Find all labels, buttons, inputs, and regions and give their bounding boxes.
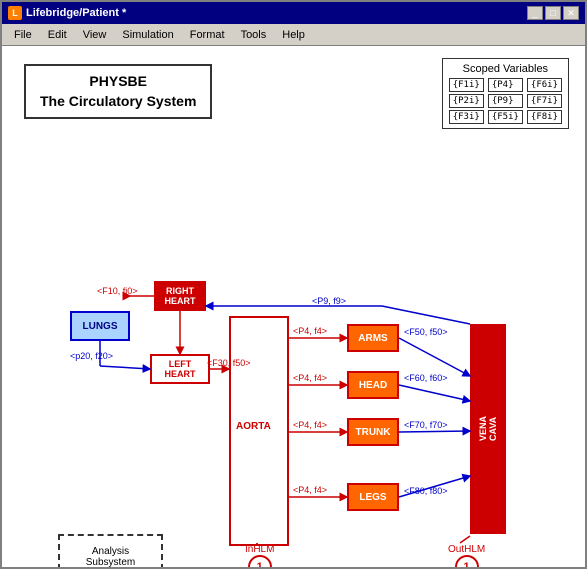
- trunk-label: TRUNK: [356, 427, 391, 438]
- title-controls: _ □ ✕: [527, 6, 579, 20]
- menu-simulation[interactable]: Simulation: [114, 27, 181, 43]
- menu-view[interactable]: View: [75, 27, 115, 43]
- label-p4-f4-arms: <P4, f4>: [293, 326, 327, 336]
- outhlm-label: OutHLM: [448, 544, 485, 555]
- aorta-label: AORTA: [236, 421, 271, 432]
- var-p2i: {P2i}: [449, 94, 484, 108]
- physbe-line2: The Circulatory System: [40, 92, 196, 112]
- legs-block[interactable]: LEGS: [347, 483, 399, 511]
- title-bar-left: L Lifebridge/Patient *: [8, 6, 126, 20]
- maximize-button[interactable]: □: [545, 6, 561, 20]
- close-button[interactable]: ✕: [563, 6, 579, 20]
- label-p9-f9-top: <P9, f9>: [312, 296, 346, 306]
- left-heart-block[interactable]: LEFTHEART: [150, 354, 210, 384]
- lungs-label: LUNGS: [83, 321, 118, 332]
- arms-block[interactable]: ARMS: [347, 324, 399, 352]
- menu-file[interactable]: File: [6, 27, 40, 43]
- label-f50-f50: <F50, f50>: [404, 327, 448, 337]
- physbe-title: PHYSBE The Circulatory System: [24, 64, 212, 119]
- var-f6i: {F6i}: [527, 78, 562, 92]
- label-p20-f20: <p20, f20>: [70, 351, 113, 361]
- label-f10-fi0: <F10, fi0>: [97, 286, 138, 296]
- label-f70-f70: <F70, f70>: [404, 420, 448, 430]
- menu-tools[interactable]: Tools: [233, 27, 275, 43]
- legs-label: LEGS: [359, 492, 386, 503]
- analysis-label: Analysis Subsystem: [86, 546, 135, 567]
- menu-help[interactable]: Help: [274, 27, 313, 43]
- scoped-vars-panel: Scoped Variables {F1i} {P4} {F6i} {P2i} …: [442, 58, 569, 129]
- menu-edit[interactable]: Edit: [40, 27, 75, 43]
- app-icon: L: [8, 6, 22, 20]
- scoped-vars-grid: {F1i} {P4} {F6i} {P2i} {P9} {F7i} {F3i} …: [449, 78, 562, 124]
- var-p4: {P4}: [488, 78, 523, 92]
- head-label: HEAD: [359, 380, 387, 391]
- window-title: Lifebridge/Patient *: [26, 7, 126, 19]
- lungs-block[interactable]: LUNGS: [70, 311, 130, 341]
- label-p4-f4-head: <P4, f4>: [293, 373, 327, 383]
- physbe-line1: PHYSBE: [40, 72, 196, 92]
- label-f60-f60: <F60, f60>: [404, 373, 448, 383]
- canvas-area: PHYSBE The Circulatory System Scoped Var…: [2, 46, 585, 567]
- inhlm-circle: 1: [248, 555, 272, 567]
- analysis-subsystem-block[interactable]: Analysis Subsystem: [58, 534, 163, 567]
- var-f3i: {F3i}: [449, 110, 484, 124]
- outhlm-block[interactable]: OutHLM 1: [448, 544, 485, 567]
- vena-cava-block[interactable]: VENACAVA: [470, 324, 506, 534]
- label-f80-f80: <F80, f80>: [404, 486, 448, 496]
- scoped-vars-title: Scoped Variables: [449, 63, 562, 75]
- label-p4-f4-legs: <P4, f4>: [293, 485, 327, 495]
- var-f7i: {F7i}: [527, 94, 562, 108]
- trunk-block[interactable]: TRUNK: [347, 418, 399, 446]
- menu-format[interactable]: Format: [182, 27, 233, 43]
- inhlm-label: InHLM: [245, 544, 274, 555]
- label-f30-f50: <F30, f50>: [207, 358, 251, 368]
- vena-cava-label: VENACAVA: [478, 416, 498, 441]
- label-p4-f4-trunk: <P4, f4>: [293, 420, 327, 430]
- arms-label: ARMS: [358, 333, 387, 344]
- inhlm-block[interactable]: InHLM 1: [245, 544, 274, 567]
- minimize-button[interactable]: _: [527, 6, 543, 20]
- right-heart-label: RIGHTHEART: [165, 286, 196, 306]
- var-f8i: {F8i}: [527, 110, 562, 124]
- var-p9: {P9}: [488, 94, 523, 108]
- left-heart-label: LEFTHEART: [165, 359, 196, 379]
- outhlm-circle: 1: [455, 555, 479, 567]
- right-heart-block[interactable]: RIGHTHEART: [154, 281, 206, 311]
- var-f5i: {F5i}: [488, 110, 523, 124]
- menu-bar: File Edit View Simulation Format Tools H…: [2, 24, 585, 46]
- var-f1i: {F1i}: [449, 78, 484, 92]
- head-block[interactable]: HEAD: [347, 371, 399, 399]
- title-bar: L Lifebridge/Patient * _ □ ✕: [2, 2, 585, 24]
- main-window: L Lifebridge/Patient * _ □ ✕ File Edit V…: [0, 0, 587, 569]
